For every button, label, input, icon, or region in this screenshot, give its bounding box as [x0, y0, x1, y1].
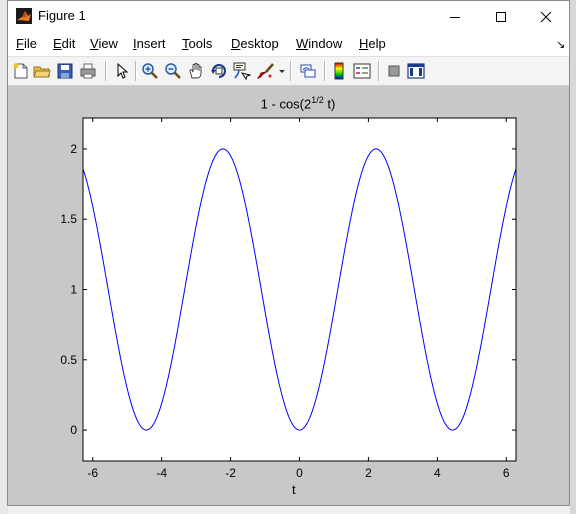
- y-tick-label: 0: [70, 423, 77, 437]
- toolbar-separator-highlight: [136, 61, 137, 81]
- pointer-icon[interactable]: [112, 62, 130, 80]
- y-tick-label: 1.5: [60, 212, 77, 226]
- menu-help[interactable]: Help: [359, 36, 386, 51]
- menu-window[interactable]: Window: [296, 36, 342, 51]
- x-tick-label: -2: [225, 466, 236, 480]
- x-tick-label: 0: [296, 466, 303, 480]
- show-plot-tools-icon[interactable]: [407, 62, 425, 80]
- pan-hand-icon[interactable]: [187, 62, 205, 80]
- window-title: Figure 1: [38, 8, 86, 23]
- menu-dock-arrow-icon[interactable]: ↘: [556, 38, 565, 51]
- close-icon: [540, 11, 552, 22]
- y-tick-label: 2: [70, 142, 77, 156]
- menu-edit[interactable]: Edit: [53, 36, 75, 51]
- x-tick-label: 2: [365, 466, 372, 480]
- maximize-icon: [496, 11, 506, 22]
- new-figure-icon[interactable]: [12, 62, 30, 80]
- y-tick-label: 1: [70, 283, 77, 297]
- brush-icon[interactable]: [257, 62, 275, 80]
- open-file-icon[interactable]: [33, 62, 51, 80]
- y-tick-label: 0.5: [60, 353, 77, 367]
- figure-canvas: 1 - cos(21/2 t) -6 -4 -2 0 2 4 6 0 0.5 1 1.5 2 t: [8, 86, 569, 505]
- colorbar-icon[interactable]: [330, 62, 348, 80]
- brush-dropdown-icon[interactable]: [278, 62, 286, 80]
- menu-tools[interactable]: Tools: [182, 36, 212, 51]
- minimize-button[interactable]: [432, 1, 478, 32]
- menu-bar: ↘ File Edit View Insert Tools Desktop Window He…: [8, 32, 569, 56]
- zoom-in-icon[interactable]: [141, 62, 159, 80]
- toolbar-separator-highlight: [291, 61, 292, 81]
- background-edge-right: [570, 0, 576, 514]
- close-button[interactable]: [523, 1, 569, 32]
- x-tick-label: -6: [87, 466, 98, 480]
- x-axis-label: t: [292, 482, 296, 497]
- maximize-button[interactable]: [478, 1, 524, 32]
- data-cursor-icon[interactable]: [233, 62, 251, 80]
- toolbar-separator-highlight: [106, 61, 107, 81]
- menu-view[interactable]: View: [90, 36, 118, 51]
- x-tick-label: 6: [503, 466, 510, 480]
- figure-toolbar: [8, 56, 569, 86]
- figure-window: Figure 1 ↘ File Edit View Insert Tools Deskto…: [7, 0, 570, 506]
- hide-plot-tools-icon[interactable]: [385, 62, 403, 80]
- toolbar-separator-highlight: [379, 61, 380, 81]
- legend-icon[interactable]: [353, 62, 371, 80]
- print-icon[interactable]: [79, 62, 97, 80]
- zoom-out-icon[interactable]: [164, 62, 182, 80]
- axes-box: [82, 117, 517, 462]
- rotate-3d-icon[interactable]: [210, 62, 228, 80]
- link-plot-icon[interactable]: [299, 62, 317, 80]
- x-tick-label: 4: [434, 466, 441, 480]
- minimize-icon: [450, 16, 460, 18]
- save-icon[interactable]: [56, 62, 74, 80]
- x-tick-label: -4: [156, 466, 167, 480]
- title-bar[interactable]: Figure 1: [8, 1, 569, 32]
- menu-insert[interactable]: Insert: [133, 36, 166, 51]
- toolbar-separator-highlight: [325, 61, 326, 81]
- menu-desktop[interactable]: Desktop: [231, 36, 279, 51]
- menu-file[interactable]: File: [16, 36, 37, 51]
- plot-axes[interactable]: -6 -4 -2 0 2 4 6 0 0.5 1 1.5 2: [8, 86, 569, 505]
- matlab-logo-icon: [16, 8, 32, 24]
